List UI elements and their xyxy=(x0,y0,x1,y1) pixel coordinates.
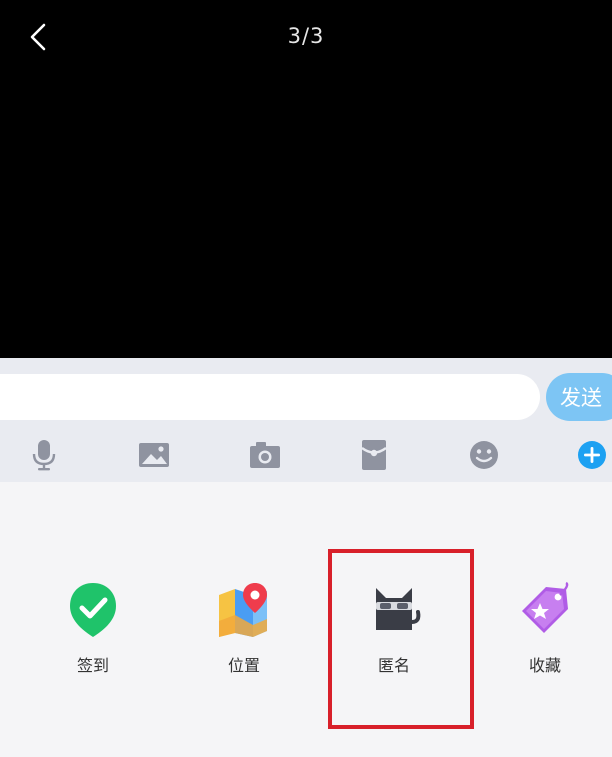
anonymous-label: 匿名 xyxy=(377,656,410,675)
location-button[interactable]: 位置 xyxy=(196,580,292,680)
page-counter: 3/3 xyxy=(287,24,325,48)
feature-panel: 签到 位置 匿名 收藏 xyxy=(0,482,612,757)
camera-button[interactable] xyxy=(245,436,285,474)
input-toolbar xyxy=(0,426,612,482)
checkin-shield-icon xyxy=(70,583,116,637)
red-packet-icon xyxy=(361,440,387,470)
send-button[interactable]: 发送 xyxy=(546,373,612,421)
anonymous-button[interactable]: 匿名 xyxy=(346,580,442,680)
checkin-label: 签到 xyxy=(76,656,109,675)
red-packet-button[interactable] xyxy=(354,436,394,474)
image-viewer: 3/3 xyxy=(0,0,612,358)
checkin-button[interactable]: 签到 xyxy=(45,580,141,680)
more-button[interactable] xyxy=(572,436,612,474)
favorite-label: 收藏 xyxy=(528,656,561,675)
anonymous-cat-icon xyxy=(376,588,421,630)
voice-button[interactable] xyxy=(24,436,64,474)
favorite-tag-icon xyxy=(522,581,569,633)
message-input-bar: 发送 xyxy=(0,358,612,426)
emoji-button[interactable] xyxy=(464,436,504,474)
message-input[interactable] xyxy=(0,374,540,420)
image-button[interactable] xyxy=(134,436,174,474)
location-map-icon xyxy=(219,583,267,637)
microphone-icon xyxy=(32,440,56,471)
emoji-icon xyxy=(470,441,498,469)
image-icon xyxy=(139,443,169,467)
plus-icon xyxy=(578,441,606,469)
camera-icon xyxy=(250,442,280,468)
favorite-button[interactable]: 收藏 xyxy=(497,580,593,680)
location-label: 位置 xyxy=(227,656,260,675)
